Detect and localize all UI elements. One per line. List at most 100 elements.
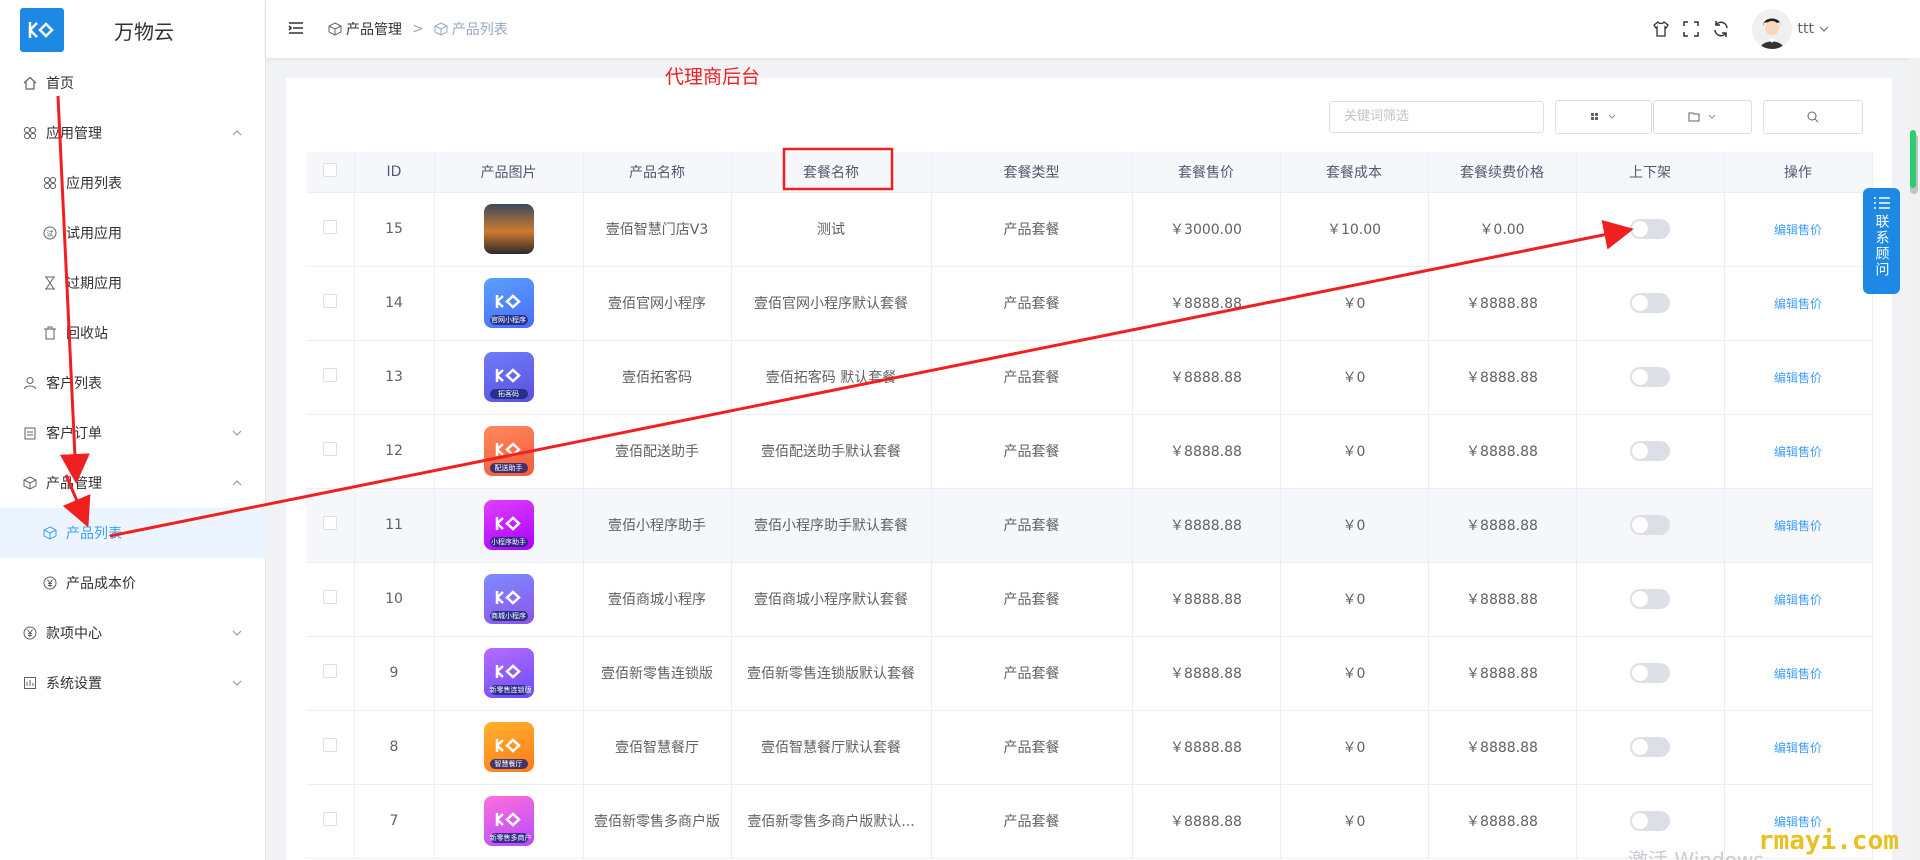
brand-logo-icon: [495, 294, 521, 309]
folder-dropdown[interactable]: [1653, 100, 1752, 134]
sidebar-item-home[interactable]: 首页: [0, 58, 266, 108]
logo-icon[interactable]: [20, 8, 64, 52]
sidebar-item-customer-list[interactable]: 客户列表: [0, 358, 266, 408]
cost-cell: ￥0: [1280, 636, 1429, 711]
sidebar-item-product-list[interactable]: 产品列表: [0, 508, 266, 558]
table-row: 11 小程序助手 壹佰小程序助手 壹佰小程序助手默认套餐 产品套餐 ￥8888.88 ￥0 ￥…: [306, 488, 1873, 563]
shelf-toggle[interactable]: [1630, 219, 1670, 239]
refresh-icon[interactable]: [1712, 20, 1730, 38]
sidebar-item-label: 试用应用: [66, 226, 122, 242]
search-button[interactable]: [1763, 100, 1863, 134]
row-checkbox[interactable]: [322, 220, 337, 234]
sidebar-item-app-list[interactable]: 应用列表: [0, 158, 266, 208]
select-cell[interactable]: [306, 562, 355, 637]
chevron-down-icon[interactable]: [1818, 23, 1830, 35]
menu-toggle-icon[interactable]: [288, 20, 304, 36]
column-header: 套餐名称: [731, 152, 932, 193]
username[interactable]: ttt: [1798, 21, 1814, 37]
product-thumbnail: [483, 204, 534, 254]
shelf-toggle[interactable]: [1630, 515, 1670, 535]
shelf-toggle[interactable]: [1630, 441, 1670, 461]
breadcrumb-item[interactable]: 产品管理: [346, 19, 402, 39]
edit-price-link[interactable]: 编辑售价: [1774, 667, 1822, 681]
shelf-toggle[interactable]: [1630, 811, 1670, 831]
row-checkbox[interactable]: [322, 442, 337, 456]
shelf-toggle[interactable]: [1630, 663, 1670, 683]
id-cell: 9: [354, 636, 435, 711]
package-type-cell: 产品套餐: [931, 488, 1133, 563]
edit-price-link[interactable]: 编辑售价: [1774, 297, 1822, 311]
brand-logo-icon: [495, 812, 521, 827]
shelf-toggle[interactable]: [1630, 367, 1670, 387]
sidebar-item-label: 系统设置: [46, 676, 102, 692]
brand-logo-icon: [495, 738, 521, 753]
sidebar-item-label: 首页: [46, 76, 74, 92]
shirt-icon[interactable]: [1652, 20, 1670, 38]
select-cell[interactable]: [306, 784, 355, 859]
select-cell[interactable]: [306, 414, 355, 489]
select-cell[interactable]: [306, 340, 355, 415]
user-icon: [22, 375, 38, 391]
table-row: 9 新零售连锁版 壹佰新零售连锁版 壹佰新零售连锁版默认套餐 产品套餐 ￥8888.88 ￥…: [306, 636, 1873, 711]
sidebar-item-expired-apps[interactable]: 过期应用: [0, 258, 266, 308]
edit-price-link[interactable]: 编辑售价: [1774, 371, 1822, 385]
product-thumbnail: 小程序助手: [483, 500, 534, 550]
sidebar-item-recycle-bin[interactable]: 回收站: [0, 308, 266, 358]
sidebar-item-label: 过期应用: [66, 276, 122, 292]
row-checkbox[interactable]: [322, 368, 337, 382]
package-type-cell: 产品套餐: [931, 636, 1133, 711]
id-cell: 13: [354, 340, 435, 415]
sidebar-item-app-management[interactable]: 应用管理: [0, 108, 266, 158]
row-checkbox[interactable]: [322, 294, 337, 308]
action-cell: 编辑售价: [1724, 562, 1873, 637]
select-cell[interactable]: [306, 266, 355, 341]
fullscreen-icon[interactable]: [1682, 20, 1700, 38]
select-all-checkbox[interactable]: [322, 162, 337, 177]
cost-cell: ￥0: [1280, 784, 1429, 859]
thumbnail-tag: 智慧餐厅: [489, 759, 528, 769]
sidebar-item-system-settings[interactable]: 系统设置: [0, 658, 266, 708]
brand-logo-icon: [495, 368, 521, 383]
avatar[interactable]: [1751, 9, 1792, 49]
select-all-cell[interactable]: [306, 152, 355, 193]
sidebar-item-product-cost[interactable]: 产品成本价: [0, 558, 266, 608]
edit-price-link[interactable]: 编辑售价: [1774, 741, 1822, 755]
row-checkbox[interactable]: [322, 664, 337, 678]
row-checkbox[interactable]: [322, 590, 337, 604]
keyword-filter-input[interactable]: 关键词筛选: [1329, 101, 1544, 133]
price-cell: ￥8888.88: [1132, 636, 1281, 711]
edit-price-link[interactable]: 编辑售价: [1774, 223, 1822, 237]
shelf-toggle[interactable]: [1630, 589, 1670, 609]
sidebar-item-product-management[interactable]: 产品管理: [0, 458, 266, 508]
image-cell: 小程序助手: [434, 488, 584, 563]
select-cell[interactable]: [306, 636, 355, 711]
image-cell: 拓客码: [434, 340, 584, 415]
row-checkbox[interactable]: [322, 516, 337, 530]
contact-advisor-tab[interactable]: 联系顾问: [1863, 188, 1900, 294]
shelf-toggle[interactable]: [1630, 737, 1670, 757]
sidebar-item-trial-apps[interactable]: 试 试用应用: [0, 208, 266, 258]
sidebar-item-customer-orders[interactable]: 客户订单: [0, 408, 266, 458]
product-thumbnail: 配送助手: [483, 426, 534, 476]
row-checkbox[interactable]: [322, 812, 337, 826]
edit-price-link[interactable]: 编辑售价: [1774, 445, 1822, 459]
product-thumbnail: 新零售连锁版: [483, 648, 534, 698]
cost-cell: ￥0: [1280, 266, 1429, 341]
shelf-toggle[interactable]: [1630, 293, 1670, 313]
select-cell[interactable]: [306, 710, 355, 785]
brand-logo-icon: [495, 516, 521, 531]
site-watermark: rmayi.com: [1758, 826, 1899, 856]
price-cell: ￥8888.88: [1132, 266, 1281, 341]
renew-price-cell: ￥8888.88: [1428, 710, 1577, 785]
select-cell[interactable]: [306, 488, 355, 563]
action-cell: 编辑售价: [1724, 266, 1873, 341]
edit-price-link[interactable]: 编辑售价: [1774, 593, 1822, 607]
shelf-cell: [1576, 414, 1725, 489]
grid-view-dropdown[interactable]: [1555, 100, 1652, 134]
column-header: 套餐续费价格: [1428, 152, 1577, 193]
image-cell: [434, 192, 584, 267]
select-cell[interactable]: [306, 192, 355, 267]
sidebar-item-payment-center[interactable]: 款项中心: [0, 608, 266, 658]
edit-price-link[interactable]: 编辑售价: [1774, 519, 1822, 533]
row-checkbox[interactable]: [322, 738, 337, 752]
